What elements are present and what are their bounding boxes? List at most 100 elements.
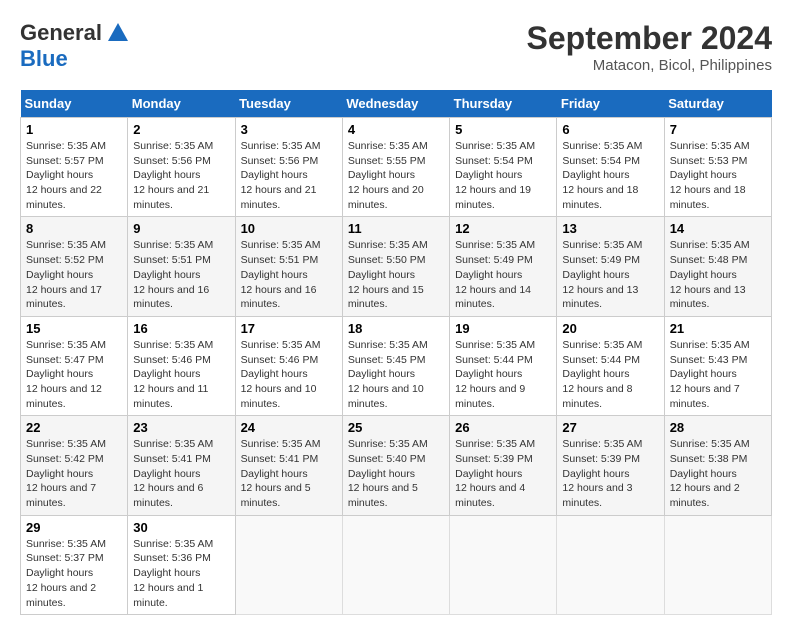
day-number: 27 bbox=[562, 420, 658, 435]
col-header-wednesday: Wednesday bbox=[342, 90, 449, 118]
day-number: 15 bbox=[26, 321, 122, 336]
day-info: Sunrise: 5:35 AMSunset: 5:50 PMDaylight … bbox=[348, 239, 428, 310]
day-cell-13: 13 Sunrise: 5:35 AMSunset: 5:49 PMDaylig… bbox=[557, 217, 664, 316]
day-info: Sunrise: 5:35 AMSunset: 5:40 PMDaylight … bbox=[348, 438, 428, 509]
day-cell-17: 17 Sunrise: 5:35 AMSunset: 5:46 PMDaylig… bbox=[235, 316, 342, 415]
day-info: Sunrise: 5:35 AMSunset: 5:49 PMDaylight … bbox=[455, 239, 535, 310]
logo-blue-text: Blue bbox=[20, 46, 68, 71]
day-number: 5 bbox=[455, 122, 551, 137]
day-number: 11 bbox=[348, 221, 444, 236]
week-row-1: 1 Sunrise: 5:35 AMSunset: 5:57 PMDayligh… bbox=[21, 118, 772, 217]
week-row-2: 8 Sunrise: 5:35 AMSunset: 5:52 PMDayligh… bbox=[21, 217, 772, 316]
day-number: 30 bbox=[133, 520, 229, 535]
day-info: Sunrise: 5:35 AMSunset: 5:52 PMDaylight … bbox=[26, 239, 106, 310]
day-info: Sunrise: 5:35 AMSunset: 5:44 PMDaylight … bbox=[562, 339, 642, 410]
day-cell-27: 27 Sunrise: 5:35 AMSunset: 5:39 PMDaylig… bbox=[557, 416, 664, 515]
col-header-thursday: Thursday bbox=[450, 90, 557, 118]
empty-cell bbox=[450, 515, 557, 614]
day-info: Sunrise: 5:35 AMSunset: 5:41 PMDaylight … bbox=[241, 438, 321, 509]
logo-general-text: General bbox=[20, 20, 102, 46]
day-number: 3 bbox=[241, 122, 337, 137]
day-cell-29: 29 Sunrise: 5:35 AMSunset: 5:37 PMDaylig… bbox=[21, 515, 128, 614]
day-cell-9: 9 Sunrise: 5:35 AMSunset: 5:51 PMDayligh… bbox=[128, 217, 235, 316]
day-cell-3: 3 Sunrise: 5:35 AMSunset: 5:56 PMDayligh… bbox=[235, 118, 342, 217]
day-info: Sunrise: 5:35 AMSunset: 5:36 PMDaylight … bbox=[133, 538, 213, 609]
day-number: 10 bbox=[241, 221, 337, 236]
day-cell-14: 14 Sunrise: 5:35 AMSunset: 5:48 PMDaylig… bbox=[664, 217, 771, 316]
week-row-3: 15 Sunrise: 5:35 AMSunset: 5:47 PMDaylig… bbox=[21, 316, 772, 415]
day-info: Sunrise: 5:35 AMSunset: 5:48 PMDaylight … bbox=[670, 239, 750, 310]
day-number: 28 bbox=[670, 420, 766, 435]
day-number: 25 bbox=[348, 420, 444, 435]
day-cell-7: 7 Sunrise: 5:35 AMSunset: 5:53 PMDayligh… bbox=[664, 118, 771, 217]
day-cell-10: 10 Sunrise: 5:35 AMSunset: 5:51 PMDaylig… bbox=[235, 217, 342, 316]
day-cell-25: 25 Sunrise: 5:35 AMSunset: 5:40 PMDaylig… bbox=[342, 416, 449, 515]
logo-triangle-icon bbox=[108, 23, 128, 46]
day-cell-12: 12 Sunrise: 5:35 AMSunset: 5:49 PMDaylig… bbox=[450, 217, 557, 316]
day-cell-15: 15 Sunrise: 5:35 AMSunset: 5:47 PMDaylig… bbox=[21, 316, 128, 415]
day-info: Sunrise: 5:35 AMSunset: 5:39 PMDaylight … bbox=[455, 438, 535, 509]
empty-cell bbox=[235, 515, 342, 614]
day-cell-11: 11 Sunrise: 5:35 AMSunset: 5:50 PMDaylig… bbox=[342, 217, 449, 316]
day-info: Sunrise: 5:35 AMSunset: 5:44 PMDaylight … bbox=[455, 339, 535, 410]
day-number: 22 bbox=[26, 420, 122, 435]
page-header: General Blue September 2024 Matacon, Bic… bbox=[20, 20, 772, 74]
day-number: 1 bbox=[26, 122, 122, 137]
header-row: SundayMondayTuesdayWednesdayThursdayFrid… bbox=[21, 90, 772, 118]
location: Matacon, Bicol, Philippines bbox=[527, 57, 772, 74]
col-header-saturday: Saturday bbox=[664, 90, 771, 118]
day-number: 6 bbox=[562, 122, 658, 137]
day-info: Sunrise: 5:35 AMSunset: 5:54 PMDaylight … bbox=[562, 140, 642, 211]
month-year: September 2024 bbox=[527, 20, 772, 57]
day-cell-18: 18 Sunrise: 5:35 AMSunset: 5:45 PMDaylig… bbox=[342, 316, 449, 415]
title-block: September 2024 Matacon, Bicol, Philippin… bbox=[527, 20, 772, 74]
day-cell-1: 1 Sunrise: 5:35 AMSunset: 5:57 PMDayligh… bbox=[21, 118, 128, 217]
empty-cell bbox=[557, 515, 664, 614]
day-cell-16: 16 Sunrise: 5:35 AMSunset: 5:46 PMDaylig… bbox=[128, 316, 235, 415]
day-info: Sunrise: 5:35 AMSunset: 5:37 PMDaylight … bbox=[26, 538, 106, 609]
day-cell-19: 19 Sunrise: 5:35 AMSunset: 5:44 PMDaylig… bbox=[450, 316, 557, 415]
day-info: Sunrise: 5:35 AMSunset: 5:43 PMDaylight … bbox=[670, 339, 750, 410]
day-cell-24: 24 Sunrise: 5:35 AMSunset: 5:41 PMDaylig… bbox=[235, 416, 342, 515]
week-row-4: 22 Sunrise: 5:35 AMSunset: 5:42 PMDaylig… bbox=[21, 416, 772, 515]
day-number: 20 bbox=[562, 321, 658, 336]
empty-cell bbox=[342, 515, 449, 614]
day-cell-6: 6 Sunrise: 5:35 AMSunset: 5:54 PMDayligh… bbox=[557, 118, 664, 217]
day-number: 29 bbox=[26, 520, 122, 535]
day-info: Sunrise: 5:35 AMSunset: 5:56 PMDaylight … bbox=[241, 140, 321, 211]
day-info: Sunrise: 5:35 AMSunset: 5:42 PMDaylight … bbox=[26, 438, 106, 509]
day-info: Sunrise: 5:35 AMSunset: 5:51 PMDaylight … bbox=[133, 239, 213, 310]
day-info: Sunrise: 5:35 AMSunset: 5:46 PMDaylight … bbox=[241, 339, 321, 410]
empty-cell bbox=[664, 515, 771, 614]
day-info: Sunrise: 5:35 AMSunset: 5:38 PMDaylight … bbox=[670, 438, 750, 509]
day-info: Sunrise: 5:35 AMSunset: 5:53 PMDaylight … bbox=[670, 140, 750, 211]
logo: General Blue bbox=[20, 20, 128, 72]
col-header-monday: Monday bbox=[128, 90, 235, 118]
day-info: Sunrise: 5:35 AMSunset: 5:49 PMDaylight … bbox=[562, 239, 642, 310]
calendar-table: SundayMondayTuesdayWednesdayThursdayFrid… bbox=[20, 90, 772, 615]
day-number: 21 bbox=[670, 321, 766, 336]
day-info: Sunrise: 5:35 AMSunset: 5:39 PMDaylight … bbox=[562, 438, 642, 509]
day-cell-4: 4 Sunrise: 5:35 AMSunset: 5:55 PMDayligh… bbox=[342, 118, 449, 217]
day-number: 14 bbox=[670, 221, 766, 236]
day-info: Sunrise: 5:35 AMSunset: 5:55 PMDaylight … bbox=[348, 140, 428, 211]
day-cell-30: 30 Sunrise: 5:35 AMSunset: 5:36 PMDaylig… bbox=[128, 515, 235, 614]
day-cell-5: 5 Sunrise: 5:35 AMSunset: 5:54 PMDayligh… bbox=[450, 118, 557, 217]
col-header-tuesday: Tuesday bbox=[235, 90, 342, 118]
day-number: 2 bbox=[133, 122, 229, 137]
day-info: Sunrise: 5:35 AMSunset: 5:47 PMDaylight … bbox=[26, 339, 106, 410]
day-number: 24 bbox=[241, 420, 337, 435]
day-number: 26 bbox=[455, 420, 551, 435]
day-number: 17 bbox=[241, 321, 337, 336]
day-number: 12 bbox=[455, 221, 551, 236]
col-header-sunday: Sunday bbox=[21, 90, 128, 118]
day-number: 9 bbox=[133, 221, 229, 236]
day-number: 16 bbox=[133, 321, 229, 336]
day-cell-2: 2 Sunrise: 5:35 AMSunset: 5:56 PMDayligh… bbox=[128, 118, 235, 217]
day-info: Sunrise: 5:35 AMSunset: 5:56 PMDaylight … bbox=[133, 140, 213, 211]
day-number: 13 bbox=[562, 221, 658, 236]
day-info: Sunrise: 5:35 AMSunset: 5:57 PMDaylight … bbox=[26, 140, 106, 211]
day-cell-23: 23 Sunrise: 5:35 AMSunset: 5:41 PMDaylig… bbox=[128, 416, 235, 515]
day-number: 19 bbox=[455, 321, 551, 336]
day-number: 7 bbox=[670, 122, 766, 137]
